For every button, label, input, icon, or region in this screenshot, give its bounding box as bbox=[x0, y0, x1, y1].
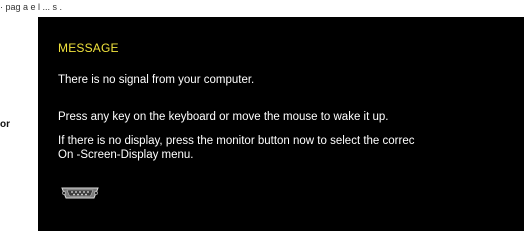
top-text-fragment: · pag a e l ... s . bbox=[0, 2, 63, 12]
osd-message-panel: MESSAGE There is no signal from your com… bbox=[38, 17, 524, 231]
no-signal-message: There is no signal from your computer. bbox=[58, 74, 255, 86]
side-text-fragment: or bbox=[0, 119, 10, 130]
wake-instruction: Press any key on the keyboard or move th… bbox=[58, 111, 389, 123]
display-instruction-line-1: If there is no display, press the monito… bbox=[58, 135, 415, 147]
display-instruction-line-2: On -Screen-Display menu. bbox=[58, 149, 194, 161]
vga-connector-icon bbox=[61, 187, 99, 199]
osd-title: MESSAGE bbox=[58, 41, 119, 55]
document-page: · pag a e l ... s . or MESSAGE There is … bbox=[0, 0, 524, 242]
